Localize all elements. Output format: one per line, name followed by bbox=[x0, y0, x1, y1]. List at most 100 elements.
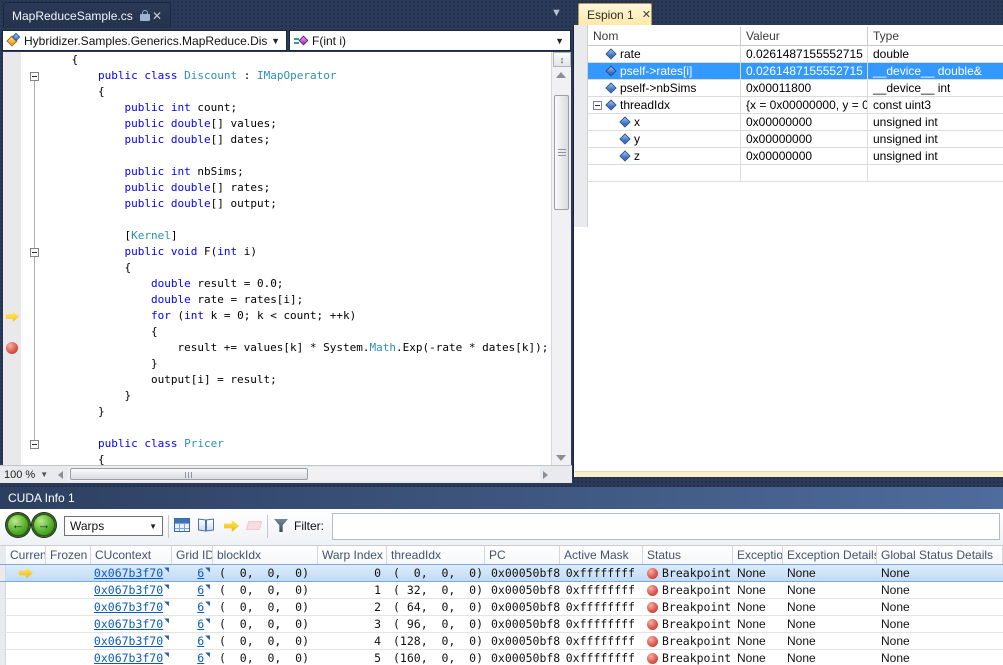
grid-view-icon[interactable] bbox=[174, 518, 190, 532]
code-line[interactable]: public double[] output; bbox=[3, 196, 551, 212]
goto-icon[interactable]: ◥ bbox=[205, 565, 210, 578]
code-line[interactable]: } bbox=[3, 388, 551, 404]
collapse-toggle-icon[interactable] bbox=[30, 72, 39, 81]
grid-id-link[interactable]: 6 bbox=[197, 616, 204, 632]
collapse-toggle-icon[interactable] bbox=[30, 248, 39, 257]
cucontext-link[interactable]: 0x067b3f70 bbox=[94, 582, 163, 598]
watch-row[interactable]: threadIdx{x = 0x00000000, y = 0x0const u… bbox=[588, 97, 1003, 114]
code-line[interactable] bbox=[3, 420, 551, 436]
grid-id-link[interactable]: 6 bbox=[197, 633, 204, 649]
code-line[interactable]: output[i] = result; bbox=[3, 372, 551, 388]
expand-collapse-icon[interactable] bbox=[593, 101, 602, 110]
cuda-panel-title[interactable]: CUDA Info 1 bbox=[0, 487, 1003, 509]
code-line[interactable]: result += values[k] * System.Math.Exp(-r… bbox=[3, 340, 551, 356]
column-header-status[interactable]: Status bbox=[643, 546, 733, 564]
code-line[interactable] bbox=[3, 212, 551, 228]
vertical-scrollbar-thumb[interactable] bbox=[554, 95, 569, 210]
cucontext-link[interactable]: 0x067b3f70 bbox=[94, 633, 163, 649]
grid-id-link[interactable]: 6 bbox=[197, 599, 204, 615]
breakpoint-icon[interactable] bbox=[6, 342, 18, 354]
tab-espion-1[interactable]: Espion 1 ✕ bbox=[578, 3, 652, 25]
code-line[interactable]: } bbox=[3, 404, 551, 420]
cucontext-link[interactable]: 0x067b3f70 bbox=[94, 650, 163, 665]
close-icon[interactable]: ✕ bbox=[642, 8, 651, 21]
column-header-frozen[interactable]: Frozen bbox=[46, 546, 91, 564]
watch-row[interactable]: rate0.0261487155552715double bbox=[588, 46, 1003, 63]
horizontal-scrollbar-thumb[interactable] bbox=[70, 468, 308, 480]
code-line[interactable]: { bbox=[3, 324, 551, 340]
collapse-toggle-icon[interactable] bbox=[30, 440, 39, 449]
code-line[interactable]: public void F(int i) bbox=[3, 244, 551, 260]
zoom-level-dropdown[interactable]: 100 % ▼ bbox=[4, 467, 54, 482]
code-line[interactable]: { bbox=[3, 260, 551, 276]
code-line[interactable]: public int count; bbox=[3, 100, 551, 116]
code-line[interactable]: public double[] dates; bbox=[3, 132, 551, 148]
navigate-back-button[interactable]: ← bbox=[6, 513, 30, 537]
member-dropdown[interactable]: F(int i) ▼ bbox=[289, 30, 571, 51]
watch-row[interactable] bbox=[588, 165, 1003, 182]
column-header-threadidx[interactable]: threadIdx bbox=[387, 546, 485, 564]
code-line[interactable]: public double[] values; bbox=[3, 116, 551, 132]
column-header-global-status-details[interactable]: Global Status Details bbox=[877, 546, 1003, 564]
go-to-current-icon[interactable] bbox=[224, 520, 239, 532]
navigate-forward-button[interactable]: → bbox=[32, 513, 56, 537]
watch-row[interactable]: pself->nbSims0x00011800__device__ int bbox=[588, 80, 1003, 97]
grid-id-link[interactable]: 6 bbox=[197, 582, 204, 598]
watch-row[interactable]: y0x00000000unsigned int bbox=[588, 131, 1003, 148]
scroll-left-icon[interactable] bbox=[58, 471, 63, 479]
column-header-active-mask[interactable]: Active Mask bbox=[560, 546, 643, 564]
cucontext-link[interactable]: 0x067b3f70 bbox=[94, 565, 163, 581]
cuda-warp-row[interactable]: 0x067b3f70◥6◥( 0, 0, 0)1( 32, 0, 0)0x000… bbox=[0, 582, 1003, 599]
watch-column-header-valeur[interactable]: Valeur bbox=[741, 27, 868, 45]
eraser-icon[interactable] bbox=[246, 521, 263, 530]
view-selector-dropdown[interactable]: Warps ▼ bbox=[64, 516, 163, 536]
goto-icon[interactable]: ◥ bbox=[205, 599, 210, 612]
cuda-warp-row[interactable]: 0x067b3f70◥6◥( 0, 0, 0)3( 96, 0, 0)0x000… bbox=[0, 616, 1003, 633]
editor-horizontal-scrollbar[interactable] bbox=[68, 467, 540, 481]
type-dropdown[interactable]: Hybridizer.Samples.Generics.MapReduce.Di… bbox=[2, 30, 287, 51]
code-line[interactable]: public class Pricer bbox=[3, 436, 551, 452]
column-header-cucontext[interactable]: CUcontext bbox=[91, 546, 172, 564]
cuda-warp-row[interactable]: 0x067b3f70◥6◥( 0, 0, 0)4(128, 0, 0)0x000… bbox=[0, 633, 1003, 650]
document-tab[interactable]: MapReduceSample.cs ✕ bbox=[3, 2, 171, 28]
column-header-pc[interactable]: PC bbox=[485, 546, 560, 564]
code-line[interactable]: { bbox=[3, 84, 551, 100]
grid-id-link[interactable]: 6 bbox=[197, 565, 204, 581]
goto-icon[interactable]: ◥ bbox=[164, 565, 169, 578]
column-header-blockidx[interactable]: blockIdx bbox=[213, 546, 318, 564]
goto-icon[interactable]: ◥ bbox=[164, 633, 169, 646]
code-line[interactable]: double result = 0.0; bbox=[3, 276, 551, 292]
code-line[interactable]: public class Discount : IMapOperator bbox=[3, 68, 551, 84]
editor-vertical-scrollbar[interactable]: ↕ bbox=[551, 52, 571, 465]
code-line[interactable]: public int nbSims; bbox=[3, 164, 551, 180]
column-header-exception-details[interactable]: Exception Details bbox=[783, 546, 877, 564]
watch-column-header-type[interactable]: Type bbox=[868, 27, 1003, 45]
goto-icon[interactable]: ◥ bbox=[205, 650, 210, 663]
goto-icon[interactable]: ◥ bbox=[205, 616, 210, 629]
column-header-warp-index[interactable]: Warp Index bbox=[318, 546, 387, 564]
code-editor[interactable]: { public class Discount : IMapOperator {… bbox=[3, 52, 551, 465]
cuda-warp-row[interactable]: 0x067b3f70◥6◥( 0, 0, 0)0( 0, 0, 0)0x0005… bbox=[0, 564, 1003, 582]
code-line[interactable]: { bbox=[3, 452, 551, 465]
splitter-handle-icon[interactable]: ↕ bbox=[553, 52, 571, 67]
column-header-exception[interactable]: Exception bbox=[733, 546, 783, 564]
book-icon[interactable] bbox=[198, 518, 216, 532]
code-line[interactable]: } bbox=[3, 356, 551, 372]
goto-icon[interactable]: ◥ bbox=[205, 582, 210, 595]
watch-row[interactable]: z0x00000000unsigned int bbox=[588, 148, 1003, 165]
cuda-warp-row[interactable]: 0x067b3f70◥6◥( 0, 0, 0)2( 64, 0, 0)0x000… bbox=[0, 599, 1003, 616]
close-icon[interactable]: ✕ bbox=[152, 10, 162, 22]
code-line[interactable]: for (int k = 0; k < count; ++k) bbox=[3, 308, 551, 324]
watch-column-header-nom[interactable]: Nom bbox=[588, 27, 741, 45]
cucontext-link[interactable]: 0x067b3f70 bbox=[94, 599, 163, 615]
watch-row[interactable]: pself->rates[i]0.0261487155552715__devic… bbox=[588, 63, 1003, 80]
code-line[interactable]: double rate = rates[i]; bbox=[3, 292, 551, 308]
watch-row[interactable]: x0x00000000unsigned int bbox=[588, 114, 1003, 131]
cuda-warp-row[interactable]: 0x067b3f70◥6◥( 0, 0, 0)5(160, 0, 0)0x000… bbox=[0, 650, 1003, 665]
filter-input[interactable] bbox=[332, 513, 1000, 540]
goto-icon[interactable]: ◥ bbox=[164, 582, 169, 595]
goto-icon[interactable]: ◥ bbox=[164, 599, 169, 612]
goto-icon[interactable]: ◥ bbox=[164, 650, 169, 663]
grid-id-link[interactable]: 6 bbox=[197, 650, 204, 665]
cucontext-link[interactable]: 0x067b3f70 bbox=[94, 616, 163, 632]
